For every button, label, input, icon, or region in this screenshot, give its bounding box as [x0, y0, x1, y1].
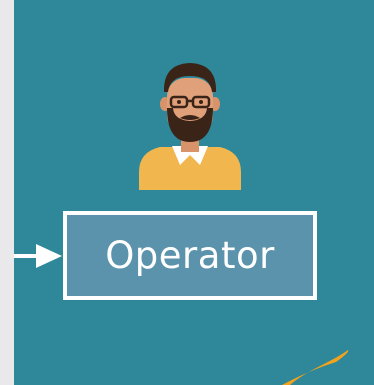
operator-avatar-icon — [139, 63, 241, 190]
partial-leaf-shape — [282, 350, 349, 385]
diagram-graphics — [14, 63, 349, 385]
operator-node[interactable]: Operator — [63, 211, 317, 300]
operator-label: Operator — [105, 234, 275, 277]
incoming-arrow — [14, 244, 62, 268]
diagram-canvas: Operator — [0, 0, 374, 385]
